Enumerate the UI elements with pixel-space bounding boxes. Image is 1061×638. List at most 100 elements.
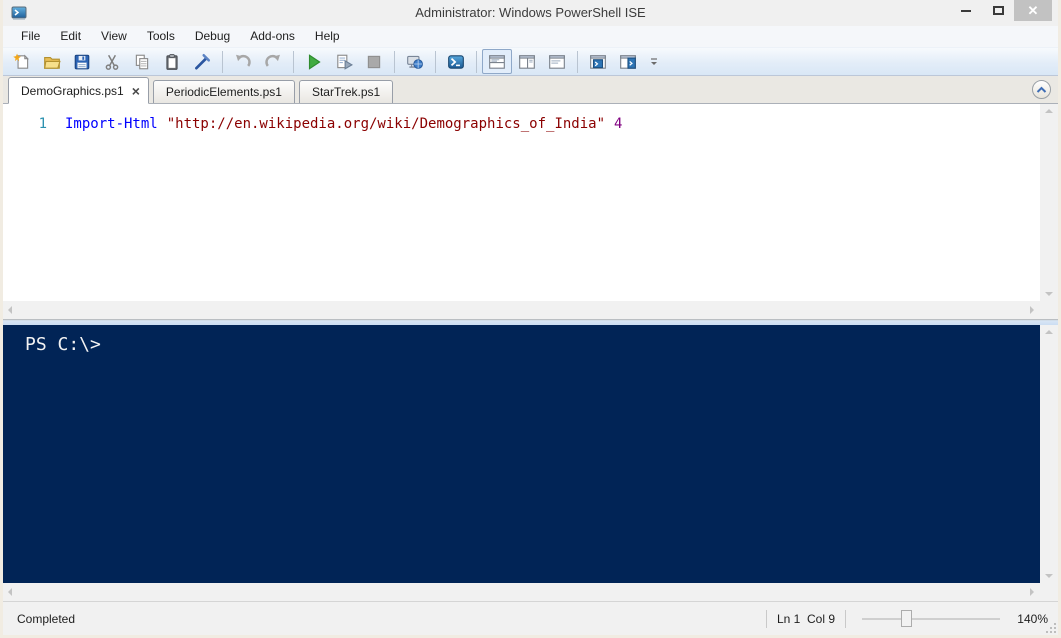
clear-console-icon (193, 53, 211, 71)
toolbar-separator (476, 51, 477, 73)
minimize-icon (961, 10, 971, 12)
run-script-button[interactable] (299, 49, 329, 74)
stop-operation-button[interactable] (359, 49, 389, 74)
paste-button[interactable] (157, 49, 187, 74)
editor-horizontal-scrollbar[interactable] (3, 301, 1058, 319)
zoom-level: 140% (1010, 612, 1048, 626)
menu-add-ons[interactable]: Add-ons (240, 26, 305, 47)
powershell-exe-icon (447, 53, 465, 71)
console-pane: PS C:\> (3, 325, 1058, 583)
tab-close-icon[interactable]: × (132, 84, 140, 98)
new-remote-powershell-tab-button[interactable] (400, 49, 430, 74)
scroll-right-icon (1030, 306, 1034, 314)
scroll-down-icon (1045, 292, 1053, 296)
menu-edit[interactable]: Edit (50, 26, 91, 47)
show-script-pane-top-button[interactable] (482, 49, 512, 74)
zoom-slider[interactable] (862, 610, 1000, 628)
toolbar-overflow-button[interactable] (645, 49, 663, 74)
collapse-script-pane-button[interactable] (1032, 80, 1051, 99)
copy-button[interactable] (127, 49, 157, 74)
new-script-button[interactable] (7, 49, 37, 74)
minimize-button[interactable] (950, 0, 982, 21)
toolbar-separator (435, 51, 436, 73)
show-script-pane-maximized-button[interactable] (542, 49, 572, 74)
console-prompt: PS C:\> (25, 334, 101, 355)
menu-view[interactable]: View (91, 26, 137, 47)
window-controls: ✕ (950, 0, 1052, 22)
scroll-right-icon (1030, 588, 1034, 596)
cut-button[interactable] (97, 49, 127, 74)
remote-tab-icon (406, 53, 424, 71)
undo-button[interactable] (228, 49, 258, 74)
command-add-on-icon (619, 53, 637, 71)
console-output[interactable]: PS C:\> (3, 325, 1040, 583)
toolbar-separator (394, 51, 395, 73)
maximize-icon (993, 6, 1004, 15)
scissors-icon (103, 53, 121, 71)
toolbar-separator (577, 51, 578, 73)
status-text: Completed (17, 612, 756, 626)
save-icon (73, 53, 91, 71)
close-button[interactable]: ✕ (1014, 0, 1052, 21)
save-script-button[interactable] (67, 49, 97, 74)
zoom-slider-thumb[interactable] (901, 610, 912, 627)
code-number: 4 (614, 116, 622, 132)
code-string: "http://en.wikipedia.org/wiki/Demographi… (167, 116, 605, 132)
show-command-add-on-button[interactable] (613, 49, 643, 74)
open-script-button[interactable] (37, 49, 67, 74)
script-editor-pane: 1 Import-Html "http://en.wikipedia.org/w… (3, 104, 1058, 301)
scroll-left-icon (8, 306, 12, 314)
copy-icon (133, 53, 151, 71)
zoom-slider-track (862, 618, 1000, 620)
new-script-icon (13, 53, 31, 71)
console-vertical-scrollbar[interactable] (1040, 325, 1058, 583)
resize-grip-icon[interactable] (1044, 621, 1057, 634)
title-bar: Administrator: Windows PowerShell ISE ✕ (3, 0, 1058, 26)
toolbar-separator (293, 51, 294, 73)
show-script-pane-right-button[interactable] (512, 49, 542, 74)
status-separator (845, 610, 846, 628)
scroll-up-icon (1045, 109, 1053, 113)
status-bar: Completed Ln 1 Col 9 140% (3, 601, 1058, 635)
tab-star-trek[interactable]: StarTrek.ps1 (299, 80, 393, 103)
show-command-window-button[interactable] (583, 49, 613, 74)
status-separator (766, 610, 767, 628)
chevron-up-icon (1036, 86, 1047, 94)
run-selection-button[interactable] (329, 49, 359, 74)
undo-icon (234, 53, 252, 71)
start-powershell-exe-button[interactable] (441, 49, 471, 74)
overflow-icon (648, 55, 660, 69)
tab-label: StarTrek.ps1 (312, 85, 380, 99)
editor-vertical-scrollbar[interactable] (1040, 104, 1058, 301)
script-pane-top-icon (488, 53, 506, 71)
stop-icon (365, 53, 383, 71)
toolbar-separator (222, 51, 223, 73)
close-icon: ✕ (1028, 4, 1039, 17)
menu-help[interactable]: Help (305, 26, 350, 47)
command-window-icon (589, 53, 607, 71)
open-folder-icon (43, 53, 61, 71)
scroll-left-icon (8, 588, 12, 596)
run-icon (305, 53, 323, 71)
script-pane-maximized-icon (548, 53, 566, 71)
cursor-position: Ln 1 Col 9 (777, 612, 835, 626)
scroll-up-icon (1045, 330, 1053, 334)
scroll-down-icon (1045, 574, 1053, 578)
code-line: 1 Import-Html "http://en.wikipedia.org/w… (3, 104, 1040, 132)
tab-periodic-elements[interactable]: PeriodicElements.ps1 (153, 80, 295, 103)
menu-file[interactable]: File (11, 26, 50, 47)
menu-debug[interactable]: Debug (185, 26, 240, 47)
tab-label: DemoGraphics.ps1 (21, 84, 124, 98)
tab-demographics[interactable]: DemoGraphics.ps1 × (8, 77, 149, 104)
maximize-button[interactable] (982, 0, 1014, 21)
run-selection-icon (335, 53, 353, 71)
script-tab-bar: DemoGraphics.ps1 × PeriodicElements.ps1 … (3, 76, 1058, 104)
redo-icon (264, 53, 282, 71)
console-horizontal-scrollbar[interactable] (3, 583, 1058, 601)
redo-button[interactable] (258, 49, 288, 74)
clear-console-pane-button[interactable] (187, 49, 217, 74)
clipboard-icon (163, 53, 181, 71)
menu-tools[interactable]: Tools (137, 26, 185, 47)
menu-bar: File Edit View Tools Debug Add-ons Help (3, 26, 1058, 47)
script-editor[interactable]: 1 Import-Html "http://en.wikipedia.org/w… (3, 104, 1040, 301)
